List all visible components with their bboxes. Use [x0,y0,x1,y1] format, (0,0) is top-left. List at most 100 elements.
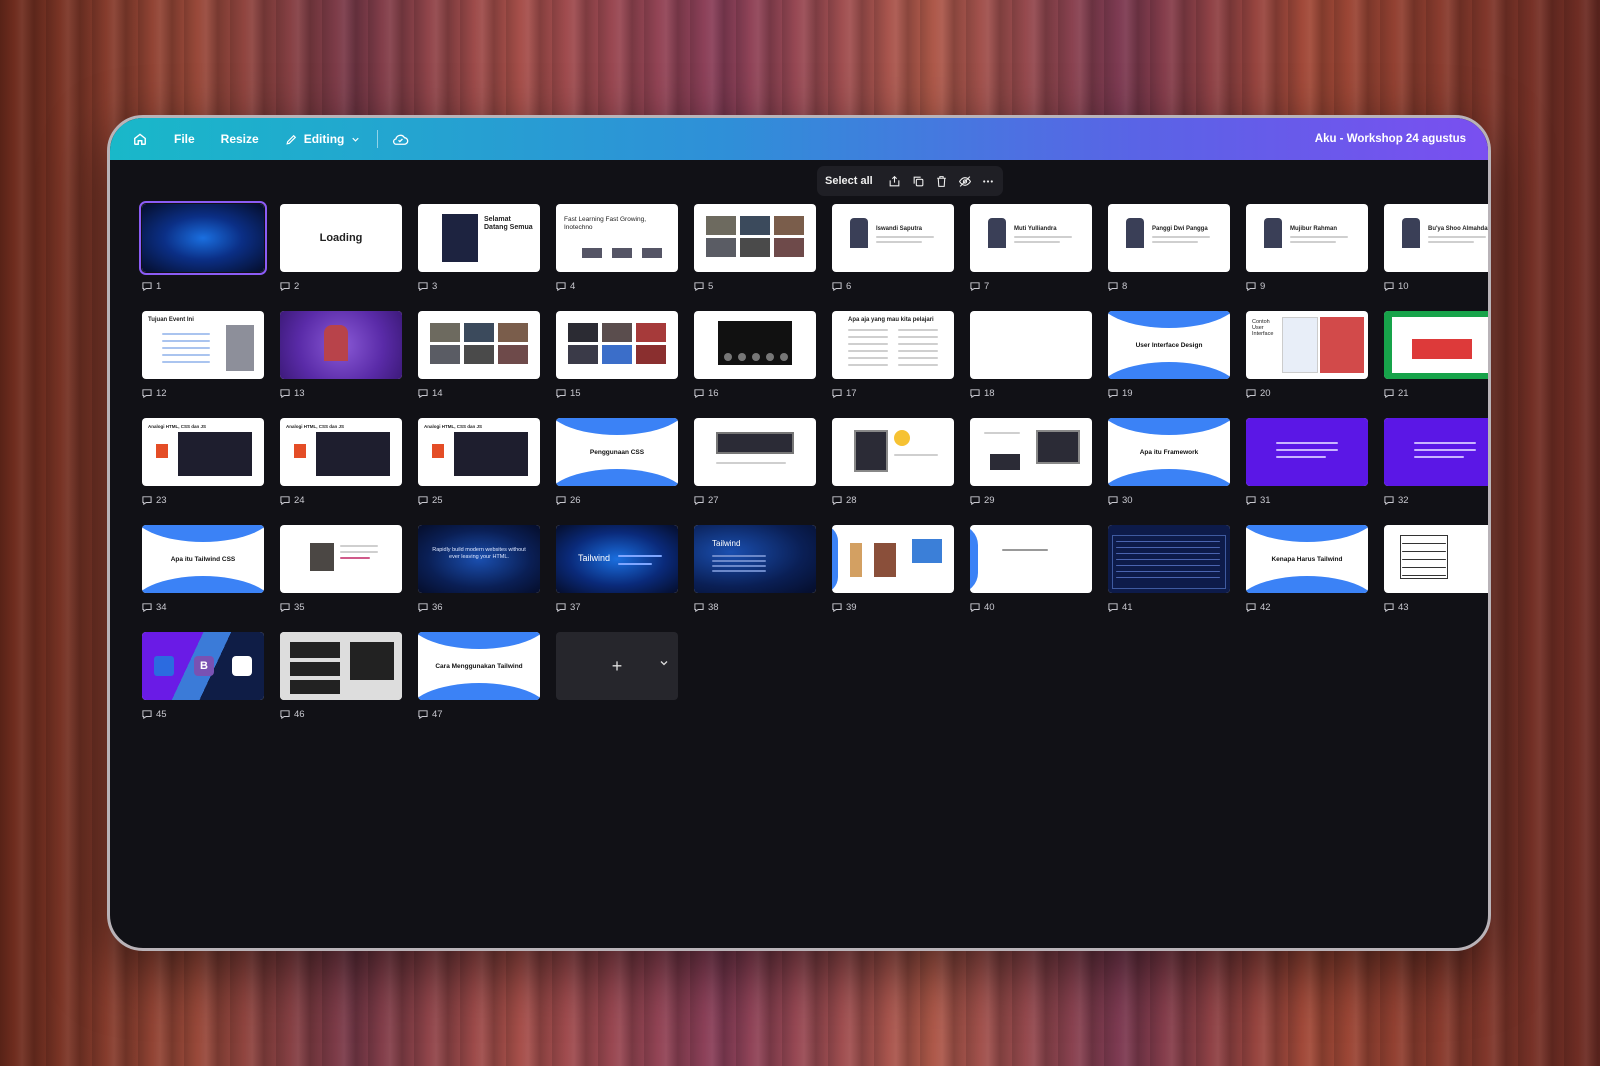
slide-thumbnail[interactable]: Penggunaan CSS [556,418,678,486]
slide-thumbnail[interactable]: Contoh User Interface [1246,311,1368,379]
slide-tile[interactable]: 31 [1246,418,1368,506]
slide-tile[interactable]: Selamat Datang Semua 3 [418,204,540,292]
slide-tile[interactable]: Apa itu Tailwind CSS 34 [142,525,264,613]
slide-thumbnail[interactable]: Mujibur Rahman [1246,204,1368,272]
slide-tile[interactable]: 13 [280,311,402,399]
slide-tile[interactable]: 27 [694,418,816,506]
chevron-down-icon[interactable] [658,657,670,669]
slide-tile[interactable]: Penggunaan CSS 26 [556,418,678,506]
slide-tile[interactable]: Analogi HTML, CSS dan JS 25 [418,418,540,506]
slide-thumbnail[interactable]: Muti Yulliandra [970,204,1092,272]
slide-thumbnail[interactable] [970,525,1092,593]
delete-button[interactable] [934,173,948,189]
slide-thumbnail[interactable] [1246,418,1368,486]
slide-tile[interactable]: 39 [832,525,954,613]
slide-tile[interactable]: 35 [280,525,402,613]
slide-tile[interactable]: 1 [139,201,267,292]
slide-thumbnail[interactable]: Panggi Dwi Pangga [1108,204,1230,272]
editing-mode-dropdown[interactable]: Editing [285,132,362,146]
slide-thumbnail[interactable]: Tailwind [556,525,678,593]
slide-tile[interactable]: Tailwind 38 [694,525,816,613]
slide-tile[interactable]: Mujibur Rahman 9 [1246,204,1368,292]
slide-thumbnail[interactable]: Fast Learning Fast Growing, Inotechno [556,204,678,272]
slide-thumbnail[interactable]: Kenapa Harus Tailwind [1246,525,1368,593]
document-title[interactable]: Aku - Workshop 24 agustus [1315,133,1466,145]
slide-tile[interactable]: User Interface Design 19 [1108,311,1230,399]
select-all-button[interactable]: Select all [825,175,873,187]
slide-thumbnail[interactable] [832,525,954,593]
slide-thumbnail[interactable] [970,418,1092,486]
cloud-sync-button[interactable] [392,132,409,146]
slide-thumbnail[interactable]: Analogi HTML, CSS dan JS [280,418,402,486]
slide-tile[interactable]: 18 [970,311,1092,399]
slide-tile[interactable]: 46 [280,632,402,720]
slide-thumbnail[interactable]: Analogi HTML, CSS dan JS [142,418,264,486]
slide-tile[interactable]: 40 [970,525,1092,613]
slide-thumbnail[interactable] [970,311,1092,379]
slide-tile[interactable]: 16 [694,311,816,399]
slide-thumbnail[interactable] [139,201,267,275]
slide-tile[interactable]: Rapidly build modern websites without ev… [418,525,540,613]
slide-thumbnail[interactable] [1384,418,1488,486]
slide-tile[interactable]: Tailwind 37 [556,525,678,613]
slide-tile[interactable]: 32 [1384,418,1488,506]
hide-button[interactable] [958,173,972,189]
slide-thumbnail[interactable]: Tujuan Event Ini [142,311,264,379]
slide-tile[interactable]: 21 [1384,311,1488,399]
slide-thumbnail[interactable]: Apa itu Framework [1108,418,1230,486]
slide-thumbnail[interactable] [694,204,816,272]
slide-tile[interactable]: Bu'ya Shoo Almahdaly 10 [1384,204,1488,292]
home-button[interactable] [130,129,150,149]
slide-thumbnail[interactable]: Apa aja yang mau kita pelajari [832,311,954,379]
slide-thumbnail[interactable] [418,311,540,379]
file-menu[interactable]: File [174,132,195,146]
add-slide-button[interactable]: + [556,632,678,700]
slide-thumbnail[interactable]: B [142,632,264,700]
slide-tile[interactable]: Analogi HTML, CSS dan JS 24 [280,418,402,506]
slide-thumbnail[interactable] [694,311,816,379]
slide-thumbnail[interactable] [832,418,954,486]
slide-tile[interactable]: Apa aja yang mau kita pelajari 17 [832,311,954,399]
slide-tile[interactable]: Kenapa Harus Tailwind 42 [1246,525,1368,613]
slide-thumbnail[interactable] [1384,311,1488,379]
slide-thumbnail[interactable] [694,418,816,486]
slide-thumbnail[interactable] [1384,525,1488,593]
slide-thumbnail[interactable]: Iswandi Saputra [832,204,954,272]
slide-thumbnail[interactable] [556,311,678,379]
resize-menu[interactable]: Resize [221,132,259,146]
duplicate-button[interactable] [911,173,925,189]
slide-tile[interactable]: 43 [1384,525,1488,613]
slide-thumbnail[interactable]: Bu'ya Shoo Almahdaly [1384,204,1488,272]
slide-thumbnail[interactable] [280,311,402,379]
slide-tile[interactable]: Cara Menggunakan Tailwind 47 [418,632,540,720]
slide-thumbnail[interactable]: Apa itu Tailwind CSS [142,525,264,593]
slide-tile[interactable]: Fast Learning Fast Growing, Inotechno 4 [556,204,678,292]
share-button[interactable] [888,173,902,189]
slide-thumbnail[interactable]: Analogi HTML, CSS dan JS [418,418,540,486]
slide-tile[interactable]: Analogi HTML, CSS dan JS 23 [142,418,264,506]
slide-thumbnail[interactable]: Selamat Datang Semua [418,204,540,272]
slide-tile[interactable]: 14 [418,311,540,399]
slide-tile[interactable]: Loading 2 [280,204,402,292]
slide-tile[interactable]: Tujuan Event Ini 12 [142,311,264,399]
slide-tile[interactable]: 28 [832,418,954,506]
slide-tile[interactable]: Panggi Dwi Pangga 8 [1108,204,1230,292]
slide-thumbnail[interactable]: Rapidly build modern websites without ev… [418,525,540,593]
slide-thumbnail[interactable] [280,525,402,593]
slide-thumbnail[interactable]: Loading [280,204,402,272]
slide-thumbnail[interactable] [280,632,402,700]
slide-tile[interactable]: 15 [556,311,678,399]
slide-thumbnail[interactable]: Cara Menggunakan Tailwind [418,632,540,700]
slide-tile[interactable]: Contoh User Interface 20 [1246,311,1368,399]
slide-thumbnail[interactable]: Tailwind [694,525,816,593]
slide-tile[interactable]: B 45 [142,632,264,720]
more-options-button[interactable] [981,173,995,189]
slide-tile[interactable]: 5 [694,204,816,292]
slide-tile[interactable]: 41 [1108,525,1230,613]
slide-tile[interactable]: Muti Yulliandra 7 [970,204,1092,292]
add-slide-tile[interactable]: + [556,632,678,700]
slide-thumbnail[interactable]: User Interface Design [1108,311,1230,379]
slide-tile[interactable]: Apa itu Framework 30 [1108,418,1230,506]
slide-thumbnail[interactable] [1108,525,1230,593]
slide-tile[interactable]: 29 [970,418,1092,506]
